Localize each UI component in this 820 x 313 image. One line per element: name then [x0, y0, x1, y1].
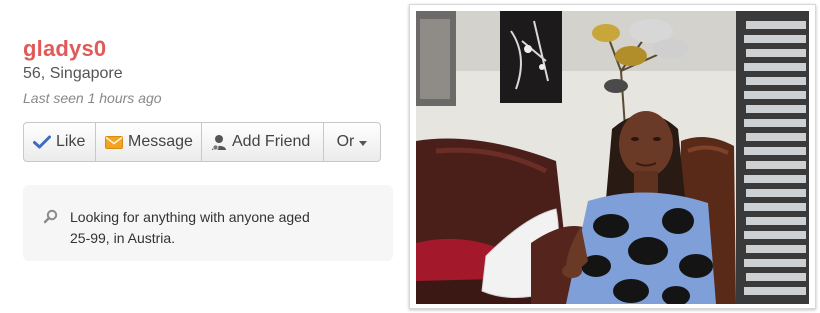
like-label: Like	[56, 133, 86, 150]
looking-for-box: Looking for anything with anyone aged 25…	[23, 185, 393, 261]
profile-last-seen: Last seen 1 hours ago	[23, 90, 162, 106]
like-button[interactable]: Like	[24, 123, 96, 161]
check-icon	[33, 135, 51, 149]
or-dropdown-button[interactable]: Or	[324, 123, 380, 161]
profile-photo-frame[interactable]	[409, 4, 816, 309]
caret-down-icon	[359, 140, 368, 146]
add-friend-button[interactable]: Add Friend	[202, 123, 324, 161]
person-icon	[211, 134, 227, 151]
search-icon	[43, 209, 58, 229]
or-label: Or	[336, 133, 355, 150]
add-friend-label: Add Friend	[232, 133, 311, 150]
envelope-icon	[105, 135, 123, 149]
profile-photo[interactable]	[416, 11, 809, 304]
looking-for-text: Looking for anything with anyone aged 25…	[70, 209, 310, 246]
message-label: Message	[128, 133, 193, 150]
profile-age-location: 56, Singapore	[23, 65, 123, 82]
profile-username: gladys0	[23, 36, 107, 61]
profile-action-buttons: Like Message Add Friend Or	[23, 122, 381, 162]
profile-page: gladys0 56, Singapore Last seen 1 hours …	[0, 0, 820, 313]
message-button[interactable]: Message	[96, 123, 202, 161]
